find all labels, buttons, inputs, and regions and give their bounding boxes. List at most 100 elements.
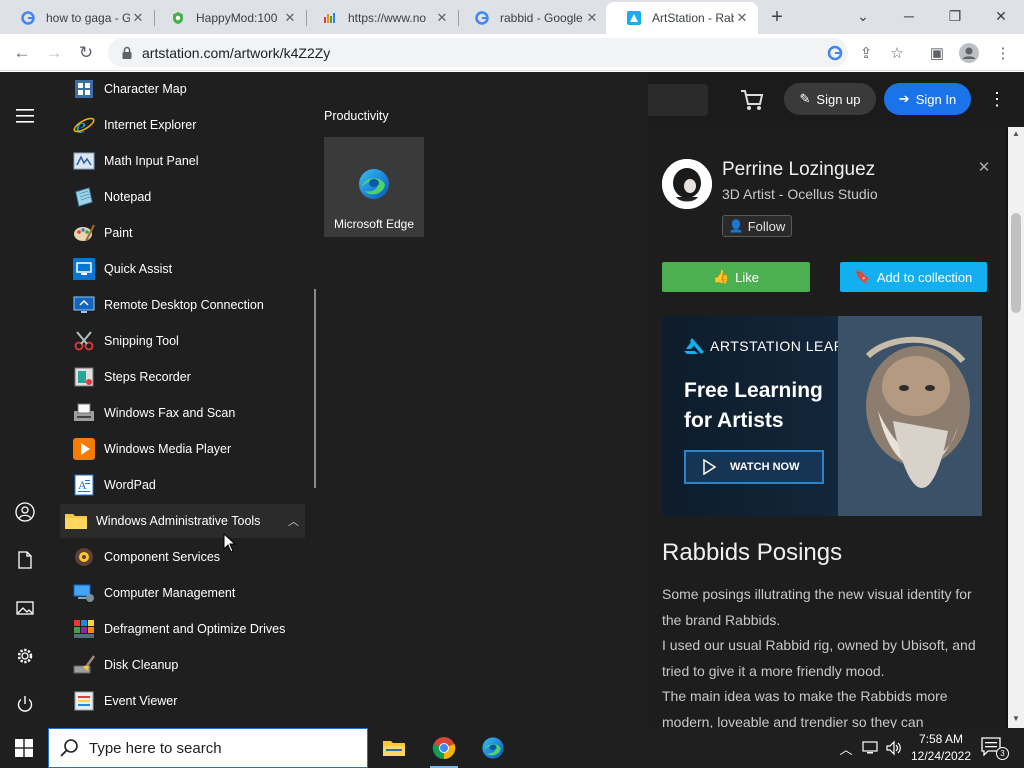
reload-button[interactable]: ↻: [72, 39, 100, 67]
tab-happymod[interactable]: HappyMod:100 ✕: [150, 2, 306, 34]
restore-button[interactable]: ❐: [932, 0, 978, 32]
settings-gear-icon[interactable]: [13, 644, 37, 668]
author-role: 3D Artist - Ocellus Studio: [722, 186, 878, 202]
scroll-up-arrow-icon[interactable]: ▲: [1008, 129, 1024, 141]
learning-ad-banner[interactable]: ARTSTATION LEARNING Free Learning for Ar…: [662, 316, 982, 516]
play-icon: [703, 459, 716, 475]
sign-in-icon: ➔: [898, 91, 910, 106]
internet-explorer-icon: e: [73, 113, 95, 137]
sign-up-button[interactable]: ✎ Sign up: [784, 83, 876, 115]
hamburger-menu-icon[interactable]: [13, 104, 37, 128]
app-wordpad[interactable]: A WordPad: [60, 468, 305, 502]
ad-headline-line: for Artists: [684, 409, 784, 432]
tab-title: rabbid - Google: [500, 11, 583, 25]
app-windows-media-player[interactable]: Windows Media Player: [60, 432, 305, 466]
chrome-taskbar-button[interactable]: [420, 728, 468, 768]
author-name[interactable]: Perrine Lozinguez: [722, 159, 875, 181]
close-icon[interactable]: ✕: [734, 10, 750, 26]
scroll-down-arrow-icon[interactable]: ▼: [1008, 714, 1024, 726]
page-scrollbar[interactable]: ▲ ▼: [1008, 127, 1024, 728]
app-steps-recorder[interactable]: Steps Recorder: [60, 360, 305, 394]
folder-windows-administrative-tools[interactable]: Windows Administrative Tools ︿: [60, 504, 305, 538]
app-list-scrollbar[interactable]: [314, 289, 316, 488]
pictures-icon[interactable]: [13, 596, 37, 620]
file-explorer-taskbar-button[interactable]: [370, 728, 418, 768]
avatar[interactable]: [662, 159, 712, 209]
start-button[interactable]: [0, 728, 48, 768]
sign-in-button[interactable]: ➔ Sign In: [884, 83, 971, 115]
power-icon[interactable]: [13, 692, 37, 716]
app-component-services[interactable]: Component Services: [60, 540, 305, 574]
tab-url[interactable]: https://www.no ✕: [302, 2, 458, 34]
documents-icon[interactable]: [13, 548, 37, 572]
app-event-viewer[interactable]: Event Viewer: [60, 684, 305, 718]
app-character-map[interactable]: Character Map: [60, 72, 305, 106]
app-disk-cleanup[interactable]: Disk Cleanup: [60, 648, 305, 682]
app-paint[interactable]: Paint: [60, 216, 305, 250]
close-icon[interactable]: ✕: [282, 10, 298, 26]
browser-tab-strip: how to gaga - G ✕ HappyMod:100 ✕ https:/…: [0, 0, 1024, 34]
scroll-thumb[interactable]: [1011, 213, 1021, 313]
close-window-button[interactable]: ✕: [978, 0, 1024, 32]
app-quick-assist[interactable]: Quick Assist: [60, 252, 305, 286]
cart-icon[interactable]: [738, 86, 766, 114]
profile-icon[interactable]: [958, 42, 980, 64]
more-options-icon[interactable]: ⋮: [988, 88, 1006, 110]
thumbs-up-icon: 👍: [712, 269, 730, 284]
app-notepad[interactable]: Notepad: [60, 180, 305, 214]
google-icon: [474, 10, 490, 26]
app-remote-desktop[interactable]: Remote Desktop Connection: [60, 288, 305, 322]
close-icon[interactable]: ✕: [584, 10, 600, 26]
forward-button[interactable]: →: [40, 39, 68, 67]
close-icon[interactable]: ✕: [976, 159, 992, 176]
wordpad-icon: A: [74, 474, 94, 496]
tab-how-to-gaga[interactable]: how to gaga - G ✕: [0, 2, 154, 34]
app-windows-fax-and-scan[interactable]: Windows Fax and Scan: [60, 396, 305, 430]
chevron-up-icon[interactable]: ︿: [836, 738, 856, 758]
tab-rabbid-google[interactable]: rabbid - Google ✕: [454, 2, 608, 34]
tile-microsoft-edge[interactable]: Microsoft Edge: [324, 137, 424, 237]
app-label: Paint: [104, 226, 133, 240]
google-icon: [20, 10, 36, 26]
edge-taskbar-button[interactable]: [469, 728, 517, 768]
app-label: Math Input Panel: [104, 154, 199, 168]
chevron-up-icon: ︿: [288, 516, 299, 528]
bookmark-star-icon[interactable]: ☆: [886, 42, 908, 64]
app-defragment-drives[interactable]: Defragment and Optimize Drives: [60, 612, 305, 646]
network-icon[interactable]: [860, 738, 880, 758]
taskbar-search-box[interactable]: Type here to search: [48, 728, 368, 768]
minimize-button[interactable]: ─: [886, 0, 932, 32]
app-internet-explorer[interactable]: e Internet Explorer: [60, 108, 305, 142]
ad-illustration: [838, 316, 982, 516]
follow-label: Follow: [747, 218, 786, 234]
volume-icon[interactable]: [884, 738, 904, 758]
taskbar: Type here to search ︿ 7:58 AM 12/24/2022…: [0, 728, 1024, 768]
share-icon[interactable]: ⇪: [855, 42, 877, 64]
close-icon[interactable]: ✕: [130, 10, 146, 26]
app-math-input-panel[interactable]: Math Input Panel: [60, 144, 305, 178]
app-snipping-tool[interactable]: Snipping Tool: [60, 324, 305, 358]
follow-button[interactable]: 👤 Follow: [722, 215, 792, 237]
tab-artstation[interactable]: ArtStation - Rab ✕: [606, 2, 758, 34]
back-button[interactable]: ←: [8, 39, 36, 67]
like-button[interactable]: 👍 Like: [662, 262, 810, 292]
app-label: Notepad: [104, 190, 152, 204]
tab-search-icon[interactable]: ⌄: [840, 0, 886, 32]
side-panel-icon[interactable]: ▣: [926, 42, 948, 64]
user-account-icon[interactable]: [13, 500, 37, 524]
address-bar[interactable]: artstation.com/artwork/k4Z2Zy: [108, 38, 848, 67]
app-computer-management[interactable]: Computer Management: [60, 576, 305, 610]
new-tab-button[interactable]: +: [766, 6, 788, 28]
browser-menu-icon[interactable]: ⋮: [992, 42, 1014, 64]
watch-now-button[interactable]: WATCH NOW: [684, 450, 824, 484]
google-lens-icon[interactable]: [824, 42, 846, 64]
close-icon[interactable]: ✕: [434, 10, 450, 26]
clock-time: 7:58 AM: [918, 732, 964, 746]
add-to-collection-button[interactable]: 🔖 Add to collection: [840, 262, 987, 292]
notification-center-button[interactable]: 3: [980, 736, 1009, 760]
description-paragraph: Some posings illutrating the new visual …: [662, 586, 972, 628]
app-label: Character Map: [104, 82, 187, 96]
chrome-icon: [432, 737, 456, 760]
defragment-icon: [74, 620, 94, 638]
taskbar-clock[interactable]: 7:58 AM 12/24/2022: [906, 731, 976, 765]
